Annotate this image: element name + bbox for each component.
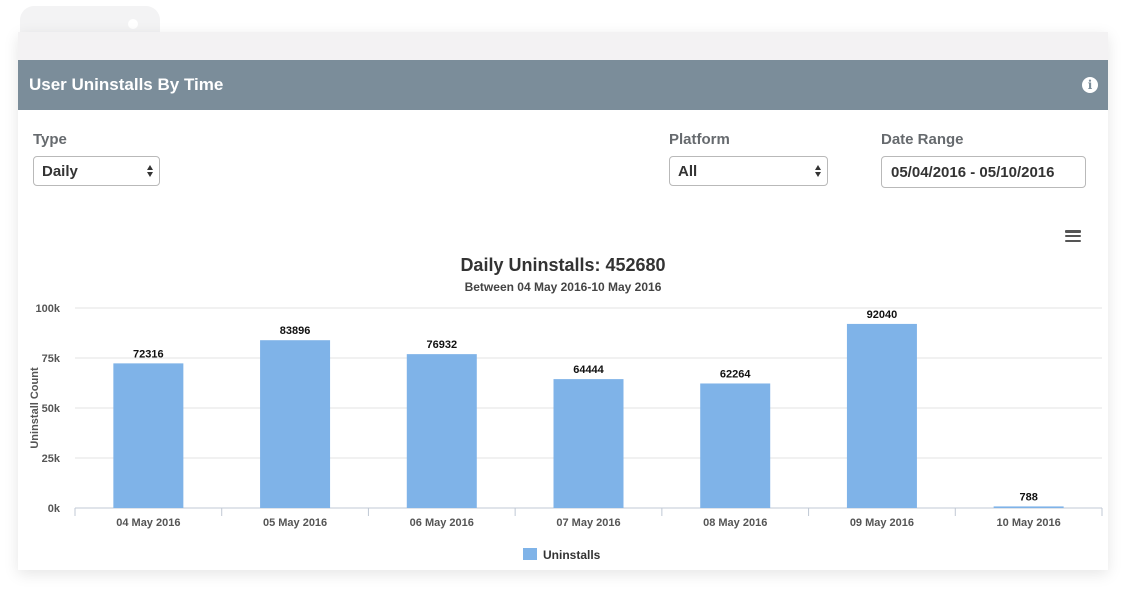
y-axis-title: Uninstall Count [29,367,41,449]
type-filter: Type Daily [33,131,160,186]
chart-title: Daily Uninstalls: 452680 [460,255,665,275]
bar [113,363,184,508]
chart-menu-icon[interactable] [1065,230,1081,242]
data-label: 92040 [867,309,898,321]
select-arrows-icon [815,165,821,177]
y-tick-label: 50k [42,403,61,415]
bar [846,323,917,508]
panel-title: User Uninstalls By Time [29,75,224,94]
bar [260,340,331,508]
platform-label: Platform [669,131,730,148]
legend-swatch [523,548,537,560]
bar [993,506,1064,508]
y-tick-label: 25k [42,453,61,465]
data-label: 788 [1019,491,1037,503]
card-top-strip [18,32,1108,60]
y-tick-label: 75k [42,353,61,365]
x-tick-label: 06 May 2016 [410,517,474,529]
x-tick-label: 07 May 2016 [556,517,620,529]
info-icon[interactable]: i [1082,77,1098,93]
data-label: 62264 [720,368,751,380]
legend-label: Uninstalls [543,548,601,562]
select-arrows-icon [147,165,153,177]
bar [406,354,477,508]
uninstalls-chart: Daily Uninstalls: 452680 Between 04 May 2… [29,255,1103,562]
y-tick-label: 0k [48,503,61,515]
x-tick-label: 10 May 2016 [997,517,1061,529]
tab-dot [128,19,138,29]
x-tick-label: 04 May 2016 [116,517,180,529]
platform-select-value: All [678,162,698,180]
data-label: 76932 [426,339,457,351]
data-label: 72316 [133,348,164,360]
platform-filter: Platform All [669,131,828,186]
x-tick-label: 09 May 2016 [850,517,914,529]
chart-subtitle: Between 04 May 2016-10 May 2016 [465,280,662,294]
data-label: 64444 [573,364,604,376]
bar [700,383,771,508]
x-tick-label: 05 May 2016 [263,517,327,529]
date-range-input[interactable]: 05/04/2016 - 05/10/2016 [881,156,1086,188]
data-label: 83896 [280,325,311,337]
date-range-label: Date Range [881,131,964,148]
y-tick-label: 100k [36,303,61,315]
date-range-filter: Date Range 05/04/2016 - 05/10/2016 [881,131,1086,188]
x-tick-label: 08 May 2016 [703,517,767,529]
date-range-value: 05/04/2016 - 05/10/2016 [891,163,1055,181]
type-select-value: Daily [42,162,78,180]
type-select[interactable]: Daily [33,156,160,186]
bar [553,379,624,508]
panel-header: User Uninstalls By Time i [18,60,1108,110]
platform-select[interactable]: All [669,156,828,186]
type-label: Type [33,131,67,148]
